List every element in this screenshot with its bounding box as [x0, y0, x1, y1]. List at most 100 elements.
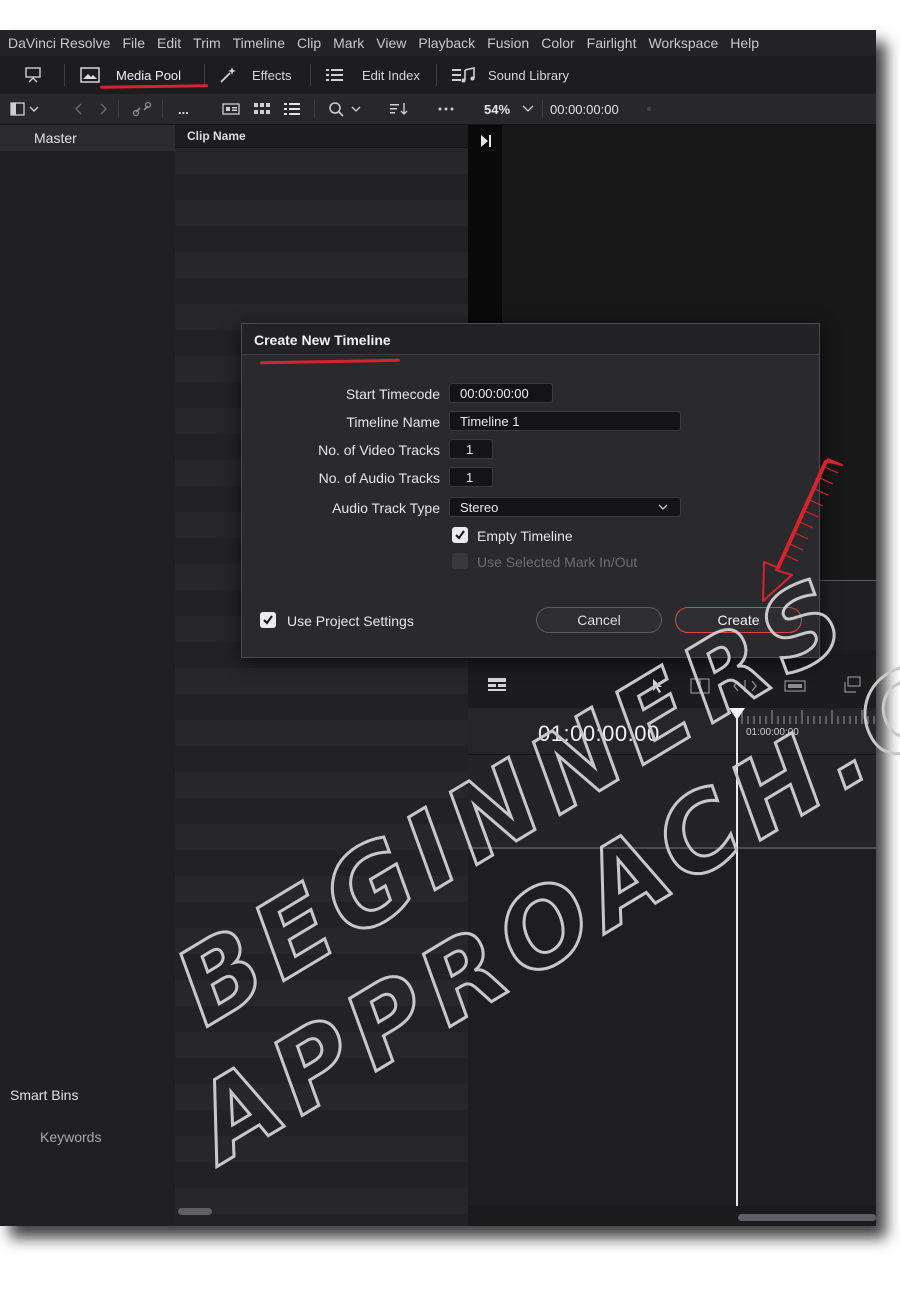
timeline-ruler-ticks[interactable] — [740, 708, 876, 726]
sound-library-button[interactable]: Sound Library — [452, 56, 569, 94]
list-view-icon[interactable] — [284, 94, 300, 124]
nav-back-icon[interactable] — [74, 94, 84, 124]
more-options-button[interactable]: ... — [178, 94, 189, 124]
toolbar-divider — [162, 100, 163, 118]
dynamic-trim-icon[interactable] — [732, 678, 758, 694]
clip-row[interactable] — [175, 200, 468, 226]
sidebar-toggle-icon[interactable] — [10, 94, 40, 124]
clip-row[interactable] — [175, 798, 468, 824]
clip-row[interactable] — [175, 226, 468, 252]
clip-row[interactable] — [175, 278, 468, 304]
timeline-scrollbar-thumb[interactable] — [738, 1214, 876, 1221]
clip-row[interactable] — [175, 1006, 468, 1032]
menu-fairlight[interactable]: Fairlight — [581, 35, 643, 51]
overflow-menu-icon[interactable] — [438, 94, 454, 124]
clip-row[interactable] — [175, 252, 468, 278]
bin-sidebar: Master Smart Bins Keywords — [0, 125, 176, 1226]
playhead-line[interactable] — [736, 710, 738, 1206]
zoom-level[interactable]: 54% — [484, 94, 534, 124]
checkmark-icon — [455, 530, 465, 540]
panel-toggle-icon[interactable] — [24, 56, 42, 94]
master-bin[interactable]: Master — [0, 125, 175, 151]
menu-trim[interactable]: Trim — [187, 35, 226, 51]
smart-bins-heading[interactable]: Smart Bins — [10, 1087, 78, 1103]
clip-row[interactable] — [175, 174, 468, 200]
edit-index-button[interactable]: Edit Index — [326, 56, 420, 94]
dialog-title: Create New Timeline — [254, 332, 391, 348]
sound-library-label: Sound Library — [488, 67, 569, 83]
timeline-audio-tracks[interactable] — [468, 849, 876, 1205]
menu-clip[interactable]: Clip — [291, 35, 327, 51]
playhead-handle[interactable] — [729, 708, 745, 720]
viewer-timecode-value: 00:00:00:00 — [550, 101, 619, 117]
start-timecode-label: Start Timecode — [345, 386, 440, 402]
menu-playback[interactable]: Playback — [412, 35, 481, 51]
clip-list-scrollbar[interactable] — [178, 1208, 212, 1215]
timeline-view-icon[interactable] — [488, 678, 506, 692]
clip-row[interactable] — [175, 668, 468, 694]
clip-row[interactable] — [175, 746, 468, 772]
menu-workspace[interactable]: Workspace — [642, 35, 724, 51]
clip-row[interactable] — [175, 1136, 468, 1162]
menu-view[interactable]: View — [370, 35, 412, 51]
use-selected-mark-label: Use Selected Mark In/Out — [477, 554, 638, 570]
audio-track-type-label: Audio Track Type — [332, 500, 440, 516]
blade-tool-icon[interactable] — [784, 680, 806, 692]
clip-row[interactable] — [175, 824, 468, 850]
menu-timeline[interactable]: Timeline — [227, 35, 291, 51]
annotation-underline — [259, 358, 401, 365]
metadata-view-icon[interactable] — [222, 94, 240, 124]
trim-tool-icon[interactable] — [690, 678, 710, 694]
empty-timeline-checkbox[interactable] — [452, 527, 468, 543]
nav-forward-icon[interactable] — [98, 94, 108, 124]
unlink-icon[interactable] — [132, 94, 152, 124]
play-to-end-icon[interactable] — [481, 135, 491, 147]
clip-row[interactable] — [175, 876, 468, 902]
keywords-bin[interactable]: Keywords — [40, 1129, 101, 1145]
overwrite-clip-icon[interactable] — [844, 676, 862, 694]
menu-edit[interactable]: Edit — [151, 35, 187, 51]
search-icon[interactable] — [328, 94, 362, 124]
audio-track-type-select[interactable]: Stereo — [449, 497, 681, 517]
cancel-button[interactable]: Cancel — [536, 607, 662, 633]
start-timecode-field[interactable]: 00:00:00:00 — [449, 383, 553, 403]
clip-row[interactable] — [175, 1214, 468, 1226]
menu-mark[interactable]: Mark — [327, 35, 370, 51]
menu-file[interactable]: File — [116, 35, 151, 51]
timeline-name-field[interactable]: Timeline 1 — [449, 411, 681, 431]
clip-row[interactable] — [175, 148, 468, 174]
clip-row[interactable] — [175, 1084, 468, 1110]
audio-track-type-value: Stereo — [460, 500, 499, 515]
clip-row[interactable] — [175, 1058, 468, 1084]
clip-row[interactable] — [175, 694, 468, 720]
clip-row[interactable] — [175, 1032, 468, 1058]
use-selected-mark-checkbox[interactable] — [452, 553, 468, 569]
clip-row[interactable] — [175, 1162, 468, 1188]
effects-wand-icon — [220, 67, 236, 83]
clip-row[interactable] — [175, 1188, 468, 1214]
clip-row[interactable] — [175, 720, 468, 746]
master-bin-label: Master — [34, 130, 77, 146]
clip-row[interactable] — [175, 902, 468, 928]
audio-tracks-field[interactable]: 1 — [449, 467, 493, 487]
menu-color[interactable]: Color — [535, 35, 580, 51]
clip-row[interactable] — [175, 850, 468, 876]
clip-row[interactable] — [175, 928, 468, 954]
effects-button[interactable]: Effects — [218, 56, 292, 94]
clip-row[interactable] — [175, 954, 468, 980]
sort-icon[interactable] — [390, 94, 408, 124]
selection-pointer-icon[interactable] — [652, 678, 664, 694]
clip-row[interactable] — [175, 772, 468, 798]
clip-row[interactable] — [175, 1110, 468, 1136]
use-project-settings-checkbox[interactable] — [260, 612, 276, 628]
video-tracks-field[interactable]: 1 — [449, 439, 493, 459]
thumbnail-view-icon[interactable] — [254, 94, 270, 124]
media-pool-label: Media Pool — [116, 67, 182, 83]
toolbar-divider — [118, 100, 119, 118]
clip-name-column-header[interactable]: Clip Name — [175, 125, 468, 148]
timeline-timecode: 01:00:00:00 — [538, 721, 660, 746]
clip-row[interactable] — [175, 980, 468, 1006]
menu-fusion[interactable]: Fusion — [481, 35, 535, 51]
menu-help[interactable]: Help — [724, 35, 765, 51]
menu-davinci-resolve[interactable]: DaVinci Resolve — [0, 35, 116, 51]
